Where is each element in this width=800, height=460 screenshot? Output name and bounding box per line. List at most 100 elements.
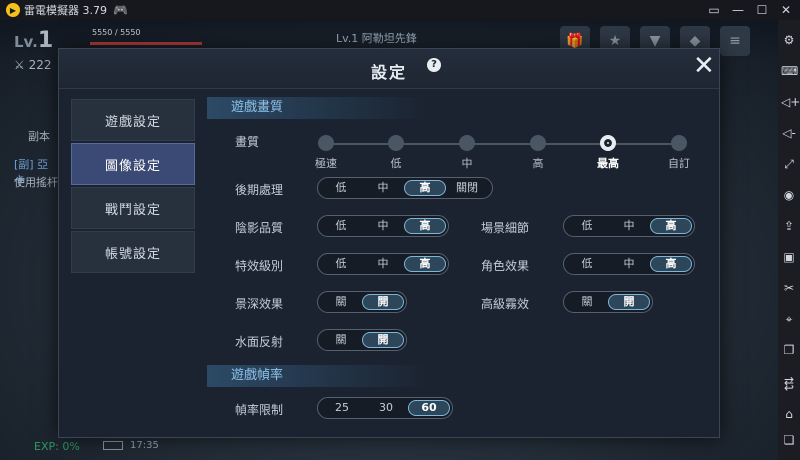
character-effect-toggle: 低 中 高 [563, 253, 695, 275]
multi-window-icon[interactable]: ❐ [781, 342, 797, 358]
help-icon[interactable]: ? [427, 58, 441, 72]
maximize-button[interactable]: ☐ [754, 3, 770, 17]
advanced-fog-toggle: 關 開 [563, 291, 653, 313]
menu-icon[interactable]: ≡ [720, 26, 750, 56]
quality-track [324, 143, 684, 145]
frame-limit-30[interactable]: 30 [364, 400, 408, 416]
screenshot-icon[interactable]: ▣ [781, 249, 797, 265]
install-apk-icon[interactable]: ⇪ [781, 218, 797, 234]
dialog-title: 設定 [370, 63, 407, 82]
quality-label: 畫質 [235, 135, 260, 149]
dialog-header: 設定 ? ✕ [59, 49, 719, 89]
location-icon[interactable]: ⌖ [781, 311, 797, 327]
water-reflection-toggle: 關 開 [317, 329, 407, 351]
quality-option-custom[interactable]: 自訂 [668, 135, 690, 170]
target-name: Lv.1 阿勒坦先鋒 [336, 32, 417, 45]
scene-detail-low[interactable]: 低 [566, 218, 608, 234]
depth-of-field-on[interactable]: 開 [362, 294, 404, 310]
quality-option-extreme-speed[interactable]: 極速 [315, 135, 337, 170]
back-icon[interactable]: ↩ [781, 380, 797, 396]
nav-combat-settings[interactable]: 戰鬥設定 [71, 187, 195, 229]
shadow-quality-medium[interactable]: 中 [362, 218, 404, 234]
frame-limit-toggle: 25 30 60 [317, 397, 453, 419]
depth-of-field-toggle: 關 開 [317, 291, 407, 313]
emulator-logo-icon: ▶ [6, 3, 20, 17]
nav-game-settings[interactable]: 遊戲設定 [71, 99, 195, 141]
home-icon[interactable]: ⌂ [781, 406, 797, 422]
multi-instance-icon[interactable]: ▭ [706, 3, 722, 17]
advanced-fog-off[interactable]: 關 [566, 294, 608, 310]
nav-account-settings[interactable]: 帳號設定 [71, 231, 195, 273]
quality-option-max[interactable]: 最高 [597, 135, 619, 170]
player-hp-bar [90, 42, 202, 45]
post-processing-label: 後期處理 [235, 183, 284, 197]
depth-of-field-off[interactable]: 關 [320, 294, 362, 310]
gear-icon[interactable]: ⚙ [781, 32, 797, 48]
emulator-sidebar: ⚙ ⌨ ◁+ ◁- ⤢ ◉ ⇪ ▣ ✂ ⌖ ❐ ⇄ ↩ ⌂ ❏ [778, 20, 800, 460]
window-controls: ▭ — ☐ ✕ [706, 0, 794, 20]
volume-up-icon[interactable]: ◁+ [781, 94, 800, 110]
settings-nav: 遊戲設定 圖像設定 戰鬥設定 帳號設定 [71, 99, 195, 275]
advanced-fog-label: 高級霧效 [481, 297, 530, 311]
nav-graphics-settings[interactable]: 圖像設定 [71, 143, 195, 185]
character-effect-low[interactable]: 低 [566, 256, 608, 272]
fullscreen-icon[interactable]: ⤢ [781, 156, 797, 172]
character-effect-high[interactable]: 高 [650, 256, 692, 272]
keyboard-icon[interactable]: ⌨ [781, 63, 798, 79]
exp-text: EXP: 0% [34, 440, 80, 453]
gamepad-icon[interactable]: 🎮 [113, 3, 128, 17]
section-graphics-quality: 遊戲畫質 [207, 97, 427, 119]
advanced-fog-on[interactable]: 開 [608, 294, 650, 310]
frame-limit-25[interactable]: 25 [320, 400, 364, 416]
depth-of-field-label: 景深效果 [235, 297, 284, 311]
quality-option-high[interactable]: 高 [529, 135, 547, 170]
section-frame-rate: 遊戲幀率 [207, 365, 427, 387]
close-icon[interactable]: ✕ [693, 53, 715, 79]
combat-power: ⚔ 222 [14, 58, 52, 72]
shadow-quality-label: 陰影品質 [235, 221, 284, 235]
post-processing-medium[interactable]: 中 [362, 180, 404, 196]
character-effect-medium[interactable]: 中 [608, 256, 650, 272]
shadow-quality-high[interactable]: 高 [404, 218, 446, 234]
player-hp-text: 5550 / 5550 [92, 28, 141, 37]
scene-detail-medium[interactable]: 中 [608, 218, 650, 234]
post-processing-toggle: 低 中 高 關閉 [317, 177, 493, 199]
minimize-button[interactable]: — [730, 3, 746, 17]
effect-level-toggle: 低 中 高 [317, 253, 449, 275]
recent-apps-icon[interactable]: ❏ [781, 432, 797, 448]
effect-level-low[interactable]: 低 [320, 256, 362, 272]
record-icon[interactable]: ◉ [781, 187, 797, 203]
shadow-quality-low[interactable]: 低 [320, 218, 362, 234]
android-nav: ↩ ⌂ ❏ [781, 376, 797, 454]
dungeon-tab[interactable]: 副本 [28, 128, 50, 144]
settings-dialog: 設定 ? ✕ 遊戲設定 圖像設定 戰鬥設定 帳號設定 遊戲畫質 畫質 極速 低 … [58, 48, 720, 438]
post-processing-low[interactable]: 低 [320, 180, 362, 196]
character-effect-label: 角色效果 [481, 259, 530, 273]
scene-detail-high[interactable]: 高 [650, 218, 692, 234]
scissors-icon[interactable]: ✂ [781, 280, 797, 296]
effect-level-label: 特效級別 [235, 259, 284, 273]
volume-down-icon[interactable]: ◁- [781, 125, 797, 141]
water-reflection-label: 水面反射 [235, 335, 284, 349]
post-processing-high[interactable]: 高 [404, 180, 446, 196]
frame-limit-60[interactable]: 60 [408, 400, 450, 416]
post-processing-off[interactable]: 關閉 [446, 180, 488, 196]
effect-level-high[interactable]: 高 [404, 256, 446, 272]
window-close-button[interactable]: ✕ [778, 3, 794, 17]
frame-limit-label: 幀率限制 [235, 403, 284, 417]
battery-icon [103, 441, 123, 450]
scene-detail-toggle: 低 中 高 [563, 215, 695, 237]
water-reflection-off[interactable]: 關 [320, 332, 362, 348]
clock-text: 17:35 [130, 440, 159, 451]
player-level: Lv.1 [14, 28, 54, 53]
emulator-title: 雷電模擬器 3.79 [24, 4, 107, 17]
quest-desc: 使用搖杆 [14, 176, 58, 189]
effect-level-medium[interactable]: 中 [362, 256, 404, 272]
scene-detail-label: 場景細節 [481, 221, 530, 235]
quality-option-low[interactable]: 低 [387, 135, 405, 170]
emulator-titlebar: ▶ 雷電模擬器 3.79 🎮 ▭ — ☐ ✕ [0, 0, 800, 20]
quality-option-medium[interactable]: 中 [458, 135, 476, 170]
shadow-quality-toggle: 低 中 高 [317, 215, 449, 237]
graphics-settings-panel: 遊戲畫質 畫質 極速 低 中 高 最高 自訂 後期處理 低 中 高 關閉 陰影品… [207, 95, 715, 435]
water-reflection-on[interactable]: 開 [362, 332, 404, 348]
